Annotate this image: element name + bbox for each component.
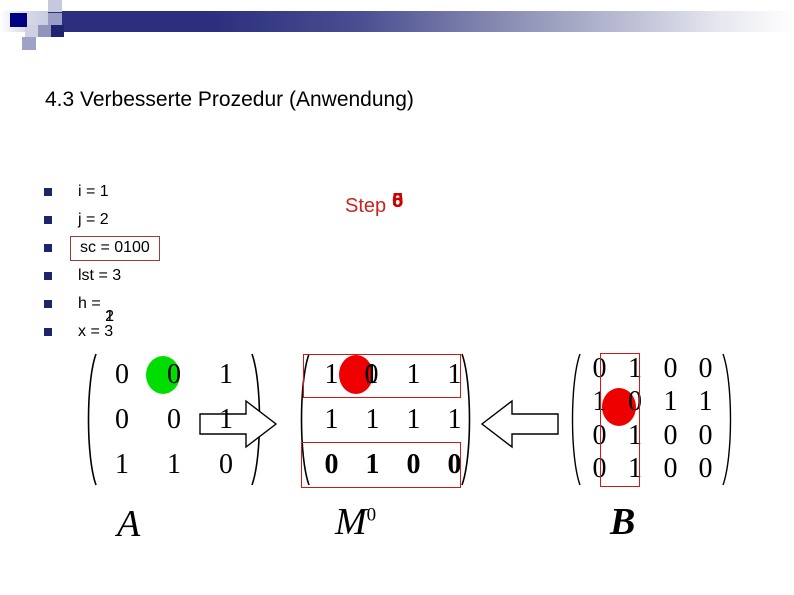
list-item: x = 3	[44, 318, 274, 346]
matrix-b-label: B	[610, 500, 635, 544]
matrix-b: 0 1 0 0 1 0 1 1 0 1 0 0 0 1 0 0 B	[566, 352, 732, 543]
step-label: Step 5 6 0	[345, 190, 404, 218]
matrix-a-label: A	[117, 502, 140, 546]
bullet-label-i: i = 1	[78, 183, 109, 200]
matrix-m-digit-1: 1	[364, 358, 379, 390]
matrix-a-cell-1-0: 0	[115, 403, 129, 435]
bullet-h-prefix: h =	[78, 295, 106, 312]
list-item: lst = 3	[44, 262, 274, 290]
matrix-a-cell-1-1: 0	[167, 403, 181, 435]
matrix-b-cell-1-2: 1	[663, 386, 678, 417]
matrix-b-label-text: B	[610, 501, 636, 543]
matrix-m-cell-0-1: 01	[352, 352, 393, 397]
matrix-b-cell-2-2: 0	[663, 419, 678, 451]
list-item: h = 12	[44, 290, 274, 325]
matrix-a-cell-0-1: 0	[167, 358, 181, 390]
matrix-m-cell-2-3: 0	[447, 448, 462, 480]
matrix-b-cell-0-1: 1	[628, 352, 642, 384]
matrix-a-cell-2-2: 0	[219, 448, 233, 480]
matrix-b-right-paren	[721, 352, 737, 487]
bullet-label-sc-highlighted: sc = 0100	[70, 235, 160, 261]
matrix-b-cell-0-2: 0	[663, 352, 678, 384]
matrix-b-cell-1-3: 1	[698, 386, 713, 417]
matrix-m-label: M0	[335, 500, 376, 544]
matrix-b-cell-3-2: 0	[663, 452, 678, 484]
matrix-b-cell-2-1: 1	[628, 419, 642, 451]
bullet-label-lst: lst = 3	[78, 267, 122, 284]
header-square-periwinkle-b	[38, 25, 51, 37]
matrix-b-left-paren	[566, 352, 582, 487]
matrix-a-cell-0-0: 0	[115, 358, 129, 390]
bullet-square-icon	[44, 216, 52, 224]
matrix-a-label-text: A	[117, 503, 141, 545]
arrow-left-icon	[480, 399, 559, 449]
matrix-b-cell-0-3: 0	[698, 352, 713, 384]
matrix-m-label-superscript: 0	[366, 504, 377, 526]
list-item: i = 1	[44, 178, 274, 206]
matrix-m-cell-0-2: 1	[406, 358, 421, 390]
header-square-periwinkle-low	[22, 37, 36, 50]
step-overlapping-digits: 560	[392, 190, 404, 212]
matrix-a-cell-2-0: 1	[115, 448, 129, 480]
matrix-m-label-text: M	[335, 501, 367, 543]
header-square-navy	[10, 13, 27, 27]
matrix-m-cell-0-3: 1	[447, 358, 462, 390]
list-item: j = 2	[44, 206, 274, 234]
bullet-square-icon	[44, 272, 52, 280]
bullet-label-h: h = 12	[78, 295, 116, 325]
header-decoration	[0, 0, 794, 56]
matrix-m-cell-2-1: 1	[365, 448, 380, 480]
matrix-m-cell-1-2: 1	[406, 403, 421, 435]
matrix-m-cell-2-0: 0	[324, 448, 339, 480]
matrix-b-cell-3-3: 0	[698, 452, 713, 484]
matrix-a-cell-0-2: 1	[219, 358, 233, 390]
header-square-lavender-top	[48, 0, 62, 12]
matrix-m-overlap-digits: 01	[365, 359, 381, 391]
bullet-label-j: j = 2	[78, 211, 109, 228]
bullet-square-icon	[44, 188, 52, 196]
matrix-b-cell-0-0: 0	[592, 352, 607, 384]
list-item: sc = 0100	[44, 234, 274, 262]
page-title: 4.3 Verbesserte Prozedur (Anwendung)	[45, 88, 414, 111]
matrix-m-cell-0-0: 1	[324, 358, 339, 390]
header-gradient-bar	[48, 11, 794, 32]
matrix-m: 1 01 1 1 1 1 1 1 0 1 0 0 M0	[295, 352, 475, 543]
bullet-square-icon	[44, 300, 52, 308]
matrix-m-cell-2-2: 0	[406, 448, 421, 480]
bullet-list: i = 1 j = 2 sc = 0100 lst = 3 h = 12 x =…	[44, 178, 274, 346]
matrix-b-cell-2-3: 0	[698, 419, 713, 451]
bullet-square-icon	[44, 244, 52, 252]
matrix-m-cell-1-3: 1	[447, 403, 462, 435]
step-digit-c: 0	[392, 190, 404, 212]
bullet-label-x: x = 3	[78, 323, 114, 340]
matrix-b-cell-2-0: 0	[592, 419, 607, 451]
matrix-a-cell-1-2: 1	[219, 403, 233, 435]
matrix-m-left-paren	[295, 352, 311, 487]
step-word: Step	[345, 195, 387, 217]
matrix-m-cell-1-1: 1	[365, 403, 380, 435]
matrix-a-cell-2-1: 1	[167, 448, 181, 480]
bullet-square-icon	[44, 328, 52, 336]
matrix-b-cell-1-0: 1	[592, 386, 607, 417]
matrix-b-cell-3-1: 1	[628, 452, 642, 484]
matrix-b-cell-3-0: 0	[592, 452, 607, 484]
matrix-b-cell-1-1: 0	[628, 386, 642, 417]
matrix-a: 0 0 1 0 0 1 1 1 0 A	[82, 352, 261, 545]
matrix-m-cell-1-0: 1	[324, 403, 339, 435]
